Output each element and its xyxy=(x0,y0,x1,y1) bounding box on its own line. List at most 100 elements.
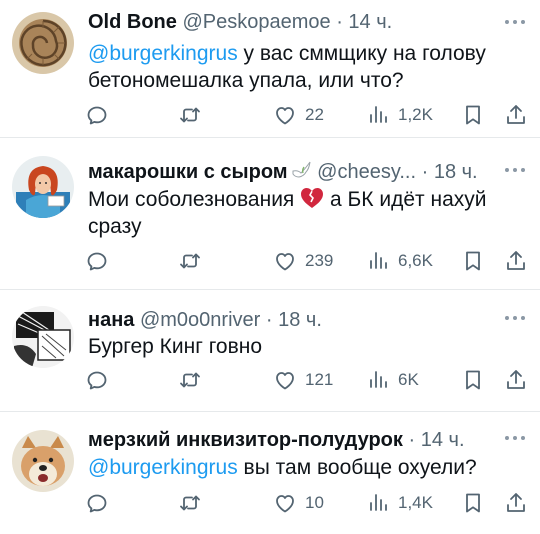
views-icon xyxy=(366,368,390,392)
retweet-icon xyxy=(178,491,202,515)
bookmark-button[interactable] xyxy=(461,367,485,393)
more-icon[interactable] xyxy=(504,165,526,175)
like-count: 22 xyxy=(305,105,324,124)
share-icon xyxy=(504,103,528,127)
heart-icon xyxy=(273,249,297,273)
like-button[interactable]: 10 xyxy=(273,490,324,516)
timestamp[interactable]: 14 ч. xyxy=(421,429,465,451)
share-button[interactable] xyxy=(504,367,528,393)
tweet-text: Бургер Кинг говно xyxy=(88,333,520,360)
avatar[interactable] xyxy=(12,306,74,368)
tweet-text-line: вы там вообще охуели? xyxy=(237,456,477,479)
timestamp[interactable]: 18 ч. xyxy=(434,161,478,183)
tweet-header: Old Bone @Peskopaemoe · 14 ч. xyxy=(88,10,500,34)
separator-dot: · xyxy=(265,309,273,331)
reply-icon xyxy=(85,249,109,273)
action-bar: 22 1,2K xyxy=(0,102,540,128)
more-icon[interactable] xyxy=(504,433,526,443)
tweet-text-line: Мои соболезнования xyxy=(88,188,295,211)
retweet-button[interactable] xyxy=(178,248,202,274)
share-icon xyxy=(504,491,528,515)
more-icon[interactable] xyxy=(504,17,526,27)
tweet-text-line: сразу xyxy=(88,215,142,238)
tweet[interactable]: Old Bone @Peskopaemoe · 14 ч. @burgerkin… xyxy=(0,0,540,138)
shiba-doge-icon xyxy=(12,430,74,492)
like-count: 10 xyxy=(305,493,324,512)
share-icon xyxy=(504,368,528,392)
reply-button[interactable] xyxy=(85,102,109,128)
retweet-icon xyxy=(178,249,202,273)
mention-link[interactable]: @burgerkingrus xyxy=(88,456,238,479)
display-name[interactable]: макарошки с сыром xyxy=(88,161,288,183)
share-button[interactable] xyxy=(504,248,528,274)
action-bar: 121 6K xyxy=(0,367,540,393)
tweet-text-line: Бургер Кинг говно xyxy=(88,335,263,358)
retweet-icon xyxy=(178,368,202,392)
bookmark-button[interactable] xyxy=(461,490,485,516)
avatar[interactable] xyxy=(12,12,74,74)
tweet[interactable]: макарошки с сыром @cheesy... · 18 ч. Мои… xyxy=(0,138,540,290)
share-button[interactable] xyxy=(504,102,528,128)
views-count: 6,6K xyxy=(398,251,433,270)
bookmark-icon xyxy=(461,491,485,515)
tweet-text-line: у вас сммщику на голову xyxy=(237,42,486,65)
avatar[interactable] xyxy=(12,430,74,492)
reply-icon xyxy=(85,368,109,392)
views-count: 6K xyxy=(398,370,419,389)
more-icon[interactable] xyxy=(504,313,526,323)
heart-icon xyxy=(273,103,297,127)
like-count: 239 xyxy=(305,251,334,270)
tweet-text: @burgerkingrus у вас сммщику на голову б… xyxy=(88,40,520,94)
avatar[interactable] xyxy=(12,156,74,218)
views-count: 1,4K xyxy=(398,493,433,512)
tweet-text-line: а БК идёт нахуй xyxy=(330,188,487,211)
mention-link[interactable]: @burgerkingrus xyxy=(88,42,238,65)
ammonite-fossil-icon xyxy=(12,12,74,74)
tweet-feed: Old Bone @Peskopaemoe · 14 ч. @burgerkin… xyxy=(0,0,540,534)
tweet-text: Мои соболезнования а БК идёт нахуй сразу xyxy=(88,186,520,240)
retweet-icon xyxy=(178,103,202,127)
views-button[interactable]: 1,2K xyxy=(366,102,433,128)
share-button[interactable] xyxy=(504,490,528,516)
timestamp[interactable]: 14 ч. xyxy=(348,11,392,33)
broken-heart-icon xyxy=(301,188,324,208)
views-button[interactable]: 1,4K xyxy=(366,490,433,516)
tweet[interactable]: нана @m0o0nriver · 18 ч. Бургер Кинг гов… xyxy=(0,290,540,412)
views-icon xyxy=(366,103,390,127)
reply-button[interactable] xyxy=(85,490,109,516)
reply-button[interactable] xyxy=(85,367,109,393)
reply-icon xyxy=(85,103,109,127)
retweet-button[interactable] xyxy=(178,367,202,393)
timestamp[interactable]: 18 ч. xyxy=(278,309,322,331)
retweet-button[interactable] xyxy=(178,490,202,516)
display-name[interactable]: Old Bone xyxy=(88,11,177,33)
reply-button[interactable] xyxy=(85,248,109,274)
action-bar: 239 6,6K xyxy=(0,248,540,274)
tweet-text-line: бетономешалка упала, или что? xyxy=(88,69,404,92)
like-button[interactable]: 239 xyxy=(273,248,333,274)
like-count: 121 xyxy=(305,370,334,389)
bookmark-icon xyxy=(461,249,485,273)
user-handle[interactable]: @m0o0nriver xyxy=(140,309,260,331)
bookmark-button[interactable] xyxy=(461,102,485,128)
bookmark-icon xyxy=(461,103,485,127)
separator-dot: · xyxy=(336,11,343,33)
bookmark-icon xyxy=(461,368,485,392)
display-name[interactable]: мерзкий инквизитор-полудурок xyxy=(88,429,403,451)
retweet-button[interactable] xyxy=(178,102,202,128)
views-count: 1,2K xyxy=(398,105,433,124)
like-button[interactable]: 22 xyxy=(273,102,324,128)
views-button[interactable]: 6,6K xyxy=(366,248,433,274)
display-name[interactable]: нана xyxy=(88,309,134,331)
bookmark-button[interactable] xyxy=(461,248,485,274)
views-icon xyxy=(366,249,390,273)
reply-icon xyxy=(85,491,109,515)
views-button[interactable]: 6K xyxy=(366,367,419,393)
tweet-text: @burgerkingrus вы там вообще охуели? xyxy=(88,454,520,481)
like-button[interactable]: 121 xyxy=(273,367,333,393)
action-bar: 10 1,4K xyxy=(0,490,540,516)
user-handle[interactable]: @Peskopaemoe xyxy=(182,11,330,33)
user-handle[interactable]: @cheesy... xyxy=(317,161,416,183)
tweet[interactable]: мерзкий инквизитор-полудурок · 14 ч. @bu… xyxy=(0,412,540,534)
heart-icon xyxy=(273,368,297,392)
